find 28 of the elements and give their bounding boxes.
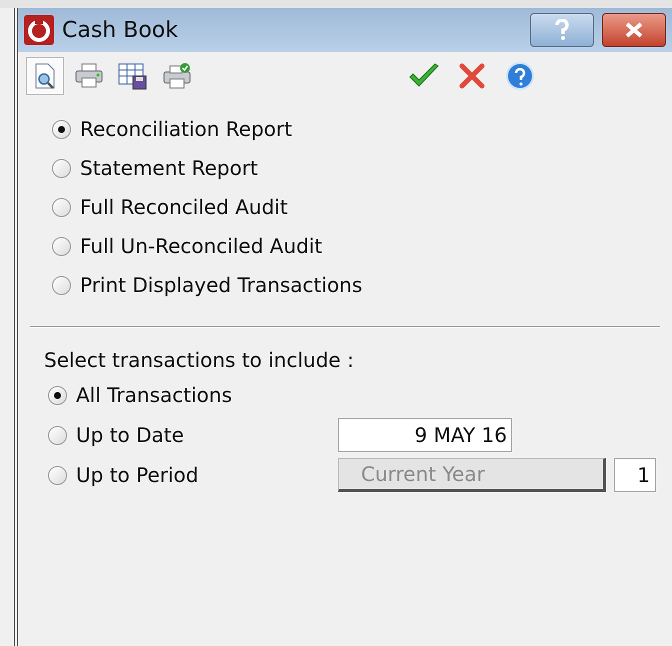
radio-button[interactable] xyxy=(52,120,71,138)
close-icon xyxy=(623,21,645,39)
question-mark-icon xyxy=(554,19,570,41)
radio-button[interactable] xyxy=(52,276,71,294)
printer-icon xyxy=(74,63,104,89)
help-button[interactable] xyxy=(530,13,594,47)
app-logo-icon xyxy=(24,15,54,45)
cross-icon xyxy=(458,62,486,90)
spreadsheet-disk-icon xyxy=(118,62,148,90)
radio-option[interactable]: Full Un-Reconciled Audit xyxy=(52,231,672,261)
radio-option[interactable]: Full Reconciled Audit xyxy=(52,192,672,222)
radio-option[interactable]: Print Displayed Transactions xyxy=(52,270,672,300)
printer-check-icon xyxy=(162,62,192,90)
radio-option[interactable]: Up to Date xyxy=(48,420,338,450)
window-title: Cash Book xyxy=(62,16,179,44)
section-heading: Select transactions to include : xyxy=(44,350,355,370)
radio-option[interactable]: Reconciliation Report xyxy=(52,114,672,144)
radio-button[interactable] xyxy=(52,236,71,256)
radio-option[interactable]: All Transactions xyxy=(48,380,338,410)
radio-button[interactable] xyxy=(48,386,67,404)
close-button[interactable] xyxy=(602,13,666,47)
radio-option[interactable]: Statement Report xyxy=(52,153,672,183)
help-icon xyxy=(505,61,535,91)
checkmark-icon xyxy=(408,63,440,89)
radio-button[interactable] xyxy=(52,198,71,216)
date-field[interactable]: 9 MAY 16 xyxy=(338,418,512,452)
radio-button[interactable] xyxy=(52,158,71,178)
radio-button[interactable] xyxy=(48,426,67,444)
